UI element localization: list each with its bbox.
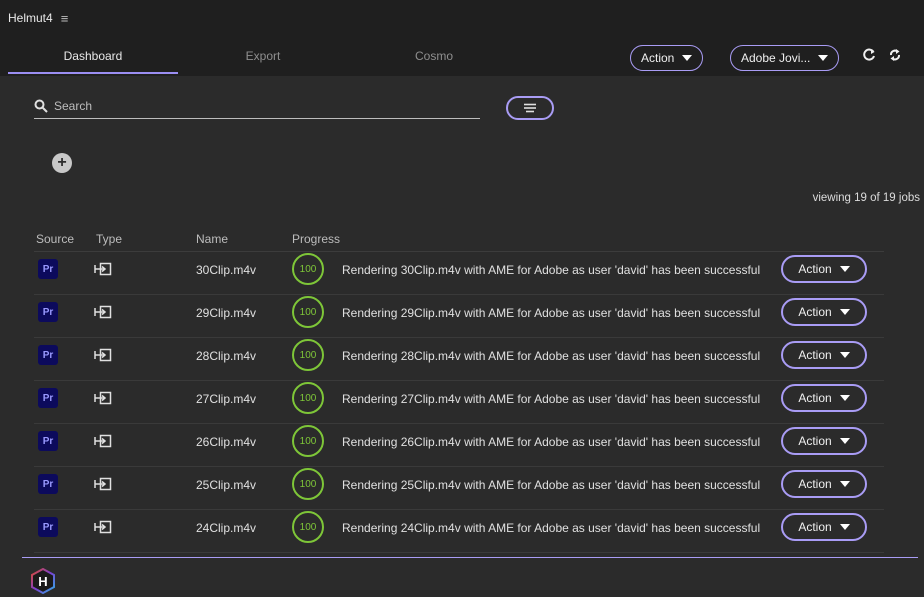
chevron-down-icon bbox=[839, 266, 850, 272]
app-title: Helmut4 bbox=[8, 11, 53, 25]
job-name: 26Clip.m4v bbox=[196, 435, 257, 449]
footer-divider bbox=[22, 557, 918, 558]
table-row: Pr 28Clip.m4v 100 Rendering 28Clip.m4v w… bbox=[34, 338, 884, 381]
tab-export[interactable]: Export bbox=[178, 36, 348, 76]
job-name: 28Clip.m4v bbox=[196, 349, 257, 363]
table-row: Pr 27Clip.m4v 100 Rendering 27Clip.m4v w… bbox=[34, 381, 884, 424]
add-circle-icon[interactable]: + bbox=[52, 153, 72, 173]
job-count: viewing 19 of 19 jobs bbox=[812, 192, 920, 204]
job-message: Rendering 24Clip.m4v with AME for Adobe … bbox=[342, 521, 761, 535]
row-action-button[interactable]: Action bbox=[781, 255, 867, 283]
chevron-down-icon bbox=[818, 55, 829, 61]
table-header: Source Type Name Progress bbox=[34, 232, 884, 252]
export-icon bbox=[94, 520, 112, 534]
helmut-logo-icon[interactable]: H bbox=[30, 568, 56, 594]
progress-indicator: 100 bbox=[292, 339, 324, 371]
premiere-icon: Pr bbox=[38, 517, 58, 537]
chevron-down-icon bbox=[839, 524, 850, 530]
filter-lines-icon bbox=[524, 103, 536, 113]
tab-dashboard[interactable]: Dashboard bbox=[8, 36, 178, 76]
row-action-label: Action bbox=[798, 348, 832, 362]
refresh-icon[interactable] bbox=[860, 46, 878, 64]
chevron-down-icon bbox=[839, 395, 850, 401]
title-bar: Helmut4 ≡ bbox=[0, 0, 924, 36]
table-row: Pr 26Clip.m4v 100 Rendering 26Clip.m4v w… bbox=[34, 424, 884, 467]
project-dropdown-label: Adobe Jovi... bbox=[741, 51, 811, 65]
progress-indicator: 100 bbox=[292, 468, 324, 500]
row-action-label: Action bbox=[798, 520, 832, 534]
premiere-icon: Pr bbox=[38, 259, 58, 279]
row-action-button[interactable]: Action bbox=[781, 427, 867, 455]
export-icon bbox=[94, 391, 112, 405]
chevron-down-icon bbox=[682, 55, 693, 61]
premiere-icon: Pr bbox=[38, 388, 58, 408]
job-message: Rendering 28Clip.m4v with AME for Adobe … bbox=[342, 349, 761, 363]
row-action-label: Action bbox=[798, 477, 832, 491]
premiere-icon: Pr bbox=[38, 474, 58, 494]
header-name: Name bbox=[196, 232, 229, 246]
progress-indicator: 100 bbox=[292, 382, 324, 414]
job-name: 29Clip.m4v bbox=[196, 306, 257, 320]
job-name: 24Clip.m4v bbox=[196, 521, 257, 535]
search-icon bbox=[34, 99, 48, 113]
job-message: Rendering 25Clip.m4v with AME for Adobe … bbox=[342, 478, 761, 492]
row-action-button[interactable]: Action bbox=[781, 298, 867, 326]
row-action-button[interactable]: Action bbox=[781, 384, 867, 412]
job-name: 25Clip.m4v bbox=[196, 478, 257, 492]
export-icon bbox=[94, 434, 112, 448]
job-message: Rendering 29Clip.m4v with AME for Adobe … bbox=[342, 306, 761, 320]
export-icon bbox=[94, 305, 112, 319]
header-source: Source bbox=[36, 232, 75, 246]
progress-indicator: 100 bbox=[292, 425, 324, 457]
action-dropdown[interactable]: Action bbox=[630, 45, 704, 71]
row-action-label: Action bbox=[798, 434, 832, 448]
hamburger-icon[interactable]: ≡ bbox=[61, 11, 69, 26]
export-icon bbox=[94, 477, 112, 491]
chevron-down-icon bbox=[839, 309, 850, 315]
progress-indicator: 100 bbox=[292, 511, 324, 543]
chevron-down-icon bbox=[839, 352, 850, 358]
project-dropdown[interactable]: Adobe Jovi... bbox=[730, 45, 840, 71]
job-message: Rendering 27Clip.m4v with AME for Adobe … bbox=[342, 392, 761, 406]
premiere-icon: Pr bbox=[38, 431, 58, 451]
table-row: Pr 29Clip.m4v 100 Rendering 29Clip.m4v w… bbox=[34, 295, 884, 338]
progress-indicator: 100 bbox=[292, 253, 324, 285]
header-progress: Progress bbox=[292, 232, 341, 246]
sync-icon[interactable] bbox=[886, 46, 904, 64]
premiere-icon: Pr bbox=[38, 345, 58, 365]
row-action-label: Action bbox=[798, 262, 832, 276]
tab-cosmo[interactable]: Cosmo bbox=[349, 36, 519, 76]
logo-letter: H bbox=[38, 574, 47, 589]
export-icon bbox=[94, 262, 112, 276]
table-row: Pr 30Clip.m4v 100 Rendering 30Clip.m4v w… bbox=[34, 252, 884, 295]
chevron-down-icon bbox=[839, 438, 850, 444]
header-type: Type bbox=[96, 232, 123, 246]
job-message: Rendering 30Clip.m4v with AME for Adobe … bbox=[342, 263, 761, 277]
row-action-label: Action bbox=[798, 391, 832, 405]
job-name: 27Clip.m4v bbox=[196, 392, 257, 406]
progress-indicator: 100 bbox=[292, 296, 324, 328]
row-action-button[interactable]: Action bbox=[781, 513, 867, 541]
table-row: Pr 25Clip.m4v 100 Rendering 25Clip.m4v w… bbox=[34, 467, 884, 510]
job-name: 30Clip.m4v bbox=[196, 263, 257, 277]
chevron-down-icon bbox=[839, 481, 850, 487]
action-dropdown-label: Action bbox=[641, 51, 675, 65]
premiere-icon: Pr bbox=[38, 302, 58, 322]
row-action-button[interactable]: Action bbox=[781, 341, 867, 369]
table-row: Pr 24Clip.m4v 100 Rendering 24Clip.m4v w… bbox=[34, 510, 884, 553]
search-bar bbox=[34, 93, 480, 119]
row-action-label: Action bbox=[798, 305, 832, 319]
job-message: Rendering 26Clip.m4v with AME for Adobe … bbox=[342, 435, 761, 449]
export-icon bbox=[94, 348, 112, 362]
row-action-button[interactable]: Action bbox=[781, 470, 867, 498]
search-input[interactable] bbox=[54, 98, 454, 113]
filter-button[interactable] bbox=[506, 96, 554, 120]
